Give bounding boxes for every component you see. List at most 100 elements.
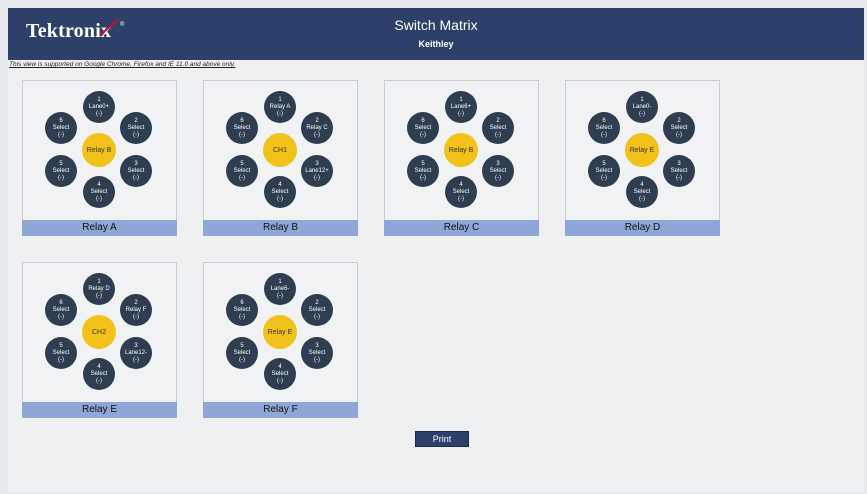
relay-node-num: 3 [677,160,681,167]
relay-node-1[interactable]: 1 Relay A (-) [264,91,296,123]
relay-node-1[interactable]: 1 Lane6+ (-) [445,91,477,123]
relay-node-num: 3 [496,160,500,167]
relay-node-1[interactable]: 1 Lane0+ (-) [83,91,115,123]
relay-panel-b: 1 Relay A (-) 2 Relay C (-) 3 Lane12+ (-) 4 Select… [203,80,358,236]
relay-node-name: Select [414,167,432,174]
relay-node-num: 6 [240,117,244,124]
relay-node-6[interactable]: 6 Select (-) [45,112,77,144]
relay-node-name: Select [452,188,470,195]
relay-node-name: Lane12- [124,349,148,356]
relay-node-state: (-) [58,131,64,138]
relay-node-1[interactable]: 1 Relay D (-) [83,273,115,305]
relay-node-state: (-) [314,131,320,138]
relay-node-3[interactable]: 3 Select (-) [663,155,695,187]
relay-node-state: (-) [676,131,682,138]
relay-node-4[interactable]: 4 Select (-) [264,176,296,208]
relay-node-name: Select [489,167,507,174]
relay-node-num: 1 [459,96,463,103]
relay-node-state: (-) [58,313,64,320]
relay-node-state: (-) [239,356,245,363]
relay-node-state: (-) [277,377,283,384]
relay-node-state: (-) [639,195,645,202]
relay-panel-label: Relay B [203,220,358,236]
relay-node-name: Select [52,124,70,131]
relay-node-state: (-) [458,110,464,117]
relay-node-num: 4 [459,181,463,188]
relay-node-2[interactable]: 2 Relay C (-) [301,112,333,144]
relay-node-num: 6 [602,117,606,124]
relay-node-num: 2 [677,117,681,124]
relay-node-state: (-) [458,195,464,202]
relay-center-node: Relay E [625,133,659,167]
relay-node-6[interactable]: 6 Select (-) [588,112,620,144]
relay-node-name: Select [595,167,613,174]
relay-node-1[interactable]: 1 Lane6- (-) [264,273,296,305]
relay-node-num: 3 [315,342,319,349]
relay-node-num: 1 [278,278,282,285]
page-subtitle: Keithley [418,39,454,49]
relay-node-num: 5 [240,342,244,349]
relay-node-num: 5 [59,160,63,167]
relay-panel-label: Relay E [22,402,177,418]
relay-center-node: CH1 [263,133,297,167]
relay-node-5[interactable]: 5 Select (-) [407,155,439,187]
relay-node-5[interactable]: 5 Select (-) [45,337,77,369]
relay-node-3[interactable]: 3 Lane12- (-) [120,337,152,369]
relay-center-node: Relay B [444,133,478,167]
relay-node-name: Select [595,124,613,131]
relay-node-state: (-) [601,131,607,138]
relay-node-5[interactable]: 5 Select (-) [226,337,258,369]
relay-node-num: 4 [97,363,101,370]
relay-node-state: (-) [133,131,139,138]
relay-node-state: (-) [133,174,139,181]
relay-node-3[interactable]: 3 Select (-) [301,337,333,369]
relay-node-name: Select [670,167,688,174]
relay-node-num: 4 [97,181,101,188]
relay-node-1[interactable]: 1 Lane0- (-) [626,91,658,123]
relay-node-4[interactable]: 4 Select (-) [626,176,658,208]
relay-node-name: Select [233,124,251,131]
browser-support-notice: This view is supported on Google Chrome,… [9,61,236,68]
print-button[interactable]: Print [415,431,469,447]
relay-node-4[interactable]: 4 Select (-) [264,358,296,390]
relay-node-3[interactable]: 3 Select (-) [482,155,514,187]
relay-node-2[interactable]: 2 Select (-) [301,294,333,326]
relay-node-name: Select [633,188,651,195]
relay-node-state: (-) [314,174,320,181]
relay-node-6[interactable]: 6 Select (-) [407,112,439,144]
relay-node-name: Select [127,167,145,174]
relay-node-5[interactable]: 5 Select (-) [45,155,77,187]
relay-node-state: (-) [277,292,283,299]
relay-node-2[interactable]: 2 Select (-) [482,112,514,144]
relay-node-num: 4 [278,181,282,188]
relay-node-2[interactable]: 2 Select (-) [120,112,152,144]
relay-node-6[interactable]: 6 Select (-) [226,112,258,144]
relay-node-state: (-) [96,110,102,117]
relay-panel-c: 1 Lane6+ (-) 2 Select (-) 3 Select (-) 4 Select (-)… [384,80,539,236]
relay-node-name: Select [271,370,289,377]
relay-node-5[interactable]: 5 Select (-) [588,155,620,187]
relay-node-num: 1 [97,278,101,285]
relay-node-name: Relay C [306,124,328,131]
relay-node-name: Select [52,306,70,313]
relay-node-2[interactable]: 2 Relay F (-) [120,294,152,326]
relay-node-4[interactable]: 4 Select (-) [83,176,115,208]
relay-node-name: Select [489,124,507,131]
relay-node-num: 5 [421,160,425,167]
relay-node-4[interactable]: 4 Select (-) [445,176,477,208]
relay-node-2[interactable]: 2 Select (-) [663,112,695,144]
relay-node-name: Relay A [269,103,291,110]
relay-node-state: (-) [239,313,245,320]
relay-node-name: Select [308,349,326,356]
relay-node-6[interactable]: 6 Select (-) [226,294,258,326]
relay-node-5[interactable]: 5 Select (-) [226,155,258,187]
relay-panel-label: Relay F [203,402,358,418]
relay-node-3[interactable]: 3 Lane12+ (-) [301,155,333,187]
relay-node-6[interactable]: 6 Select (-) [45,294,77,326]
relay-node-state: (-) [639,110,645,117]
relay-node-3[interactable]: 3 Select (-) [120,155,152,187]
relay-node-4[interactable]: 4 Select (-) [83,358,115,390]
relay-node-num: 1 [97,96,101,103]
relay-node-num: 6 [59,299,63,306]
relay-node-num: 6 [421,117,425,124]
